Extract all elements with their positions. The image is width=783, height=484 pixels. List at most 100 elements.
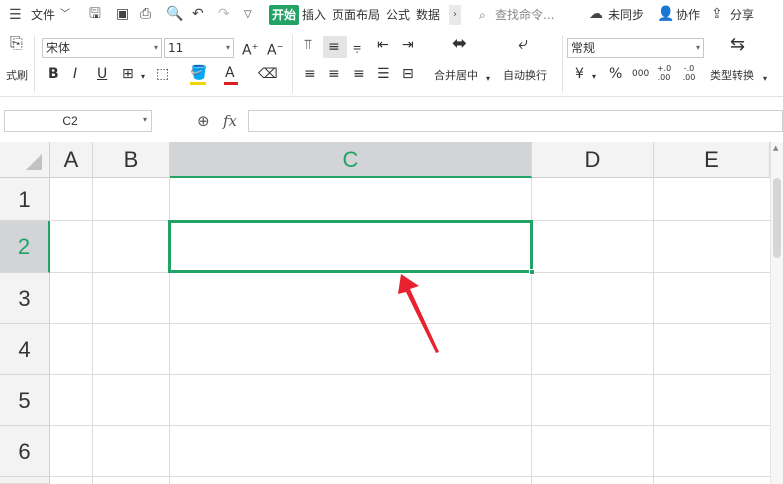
decrease-indent-icon[interactable]: ⇤ [377, 37, 389, 53]
font-color-icon[interactable]: A [225, 65, 235, 81]
fill-color-icon[interactable]: 🪣 [190, 65, 207, 81]
merge-center-icon[interactable]: ⬌ [452, 35, 467, 53]
italic-icon[interactable]: I [73, 66, 77, 82]
column-header-e[interactable]: E [654, 142, 770, 178]
name-box[interactable]: C2 ▾ [4, 110, 152, 132]
align-middle-icon[interactable]: ≡ [328, 39, 340, 55]
row-header-6[interactable]: 6 [0, 426, 50, 477]
decrease-decimal-icon[interactable]: -.0 .00 [681, 64, 697, 82]
more-tabs-chevron-icon[interactable]: › [449, 5, 461, 25]
selected-cell-c2[interactable] [168, 220, 533, 273]
file-menu[interactable]: 文件 [31, 8, 55, 22]
wrap-text-label[interactable]: 自动换行 [503, 69, 547, 83]
border-dropdown-icon[interactable]: ▾ [141, 69, 145, 85]
vertical-scrollbar[interactable]: ▲ [770, 142, 783, 484]
undo-icon[interactable]: ↶ [192, 6, 204, 22]
command-search-input[interactable]: 查找命令... [495, 8, 554, 22]
merge-center-label[interactable]: 合并居中 [434, 69, 478, 83]
align-bottom-icon[interactable]: ⩦ [353, 39, 361, 55]
justify-icon[interactable]: ☰ [377, 66, 390, 82]
column-header-a[interactable]: A [50, 142, 93, 178]
font-size-select[interactable]: 11 ▾ [164, 38, 234, 58]
increase-decimal-icon[interactable]: +.0 .00 [656, 64, 672, 82]
save-icon[interactable]: 🖫 [89, 6, 101, 22]
row-header-1[interactable]: 1 [0, 178, 50, 221]
gridline [92, 178, 93, 484]
column-header-b[interactable]: B [93, 142, 170, 178]
menu-bar: ☰ 文件 ﹀ 🖫 ▣ ⎙ 🔍 ↶ ↷ ▽ 开始 插入 页面布局 公式 数据 › … [0, 0, 783, 31]
tab-insert[interactable]: 插入 [302, 8, 326, 22]
chevron-down-icon[interactable]: ﹀ [60, 7, 70, 23]
align-top-icon[interactable]: ⫪ [304, 37, 312, 53]
decrease-font-icon[interactable]: A− [267, 39, 283, 59]
currency-dropdown-icon[interactable]: ▾ [592, 69, 596, 85]
row-header-4[interactable]: 4 [0, 324, 50, 375]
select-all-corner[interactable] [0, 142, 50, 178]
dropdown-arrow-icon: ▾ [695, 43, 700, 52]
red-annotation-arrow-icon [398, 274, 439, 353]
select-all-triangle-icon [26, 154, 42, 170]
underline-icon[interactable]: U [97, 66, 107, 82]
increase-font-icon[interactable]: A+ [242, 39, 258, 59]
bold-icon[interactable]: B [48, 66, 59, 82]
distributed-icon[interactable]: ⊟ [402, 66, 414, 82]
tab-data[interactable]: 数据 [416, 8, 440, 22]
tab-start[interactable]: 开始 [269, 5, 299, 25]
scrollbar-thumb[interactable] [773, 178, 781, 258]
row-header-5[interactable]: 5 [0, 375, 50, 426]
format-painter-icon[interactable]: ⎘ [10, 35, 23, 51]
tab-formula[interactable]: 公式 [386, 8, 410, 22]
column-header-c[interactable]: C [170, 142, 532, 178]
row-header-3[interactable]: 3 [0, 273, 50, 324]
row-header-2[interactable]: 2 [0, 221, 50, 273]
align-center-icon[interactable]: ≡ [328, 66, 340, 82]
redo-icon[interactable]: ↷ [218, 6, 230, 22]
gridline [50, 476, 770, 477]
search-icon: ⌕ [479, 8, 486, 22]
collab-user-icon: 👤 [657, 6, 675, 22]
column-header-d[interactable]: D [532, 142, 654, 178]
fill-handle[interactable] [529, 269, 535, 275]
share-icon: ⇪ [711, 6, 723, 22]
export-pdf-icon[interactable]: ▣ [116, 6, 129, 22]
row-header-7[interactable] [0, 477, 50, 484]
font-name-select[interactable]: 宋体 ▾ [42, 38, 162, 58]
currency-icon[interactable]: ¥ [575, 66, 584, 82]
customize-chevron-icon[interactable]: ▽ [244, 7, 252, 23]
type-convert-label[interactable]: 类型转换 [710, 69, 754, 83]
thousands-separator-icon[interactable]: 000 [632, 66, 649, 82]
print-icon[interactable]: ⎙ [140, 6, 151, 22]
share-button[interactable]: 分享 [730, 8, 754, 22]
hamburger-menu-icon[interactable]: ☰ [9, 7, 22, 23]
dropdown-arrow-icon: ▾ [153, 43, 158, 52]
ribbon: ⎘ 式刷 宋体 ▾ 11 ▾ A+ A− B I U ⊞ ▾ ⬚ 🪣 A ⌫ ⫪ ≡… [0, 31, 783, 97]
zoom-formula-icon[interactable]: ⊕ [197, 112, 210, 130]
print-preview-icon[interactable]: 🔍 [166, 6, 183, 22]
name-box-dropdown-icon[interactable]: ▾ [143, 115, 147, 124]
align-left-icon[interactable]: ≡ [304, 66, 316, 82]
ribbon-divider [292, 35, 293, 93]
border-icon[interactable]: ⊞ [122, 66, 134, 82]
wrap-text-icon[interactable]: ⤶ [518, 35, 528, 53]
function-icon[interactable]: fx [223, 112, 237, 130]
ribbon-divider [34, 35, 35, 93]
clear-format-icon[interactable]: ⌫ [258, 66, 278, 82]
gridline [653, 178, 654, 484]
format-painter-label[interactable]: 式刷 [6, 69, 28, 83]
type-convert-dropdown-icon[interactable]: ▾ [763, 71, 767, 87]
formula-bar: C2 ▾ ⊕ fx [0, 103, 783, 140]
number-format-select[interactable]: 常规 ▾ [567, 38, 704, 58]
type-convert-icon[interactable]: ⇆ [730, 36, 745, 54]
align-right-icon[interactable]: ≡ [353, 66, 365, 82]
percent-icon[interactable]: % [609, 66, 622, 82]
increase-indent-icon[interactable]: ⇥ [402, 37, 414, 53]
collab-button[interactable]: 协作 [676, 8, 700, 22]
tab-page-layout[interactable]: 页面布局 [332, 8, 380, 22]
merge-dropdown-icon[interactable]: ▾ [486, 71, 490, 87]
dropdown-arrow-icon: ▾ [225, 43, 230, 52]
sync-status[interactable]: 未同步 [608, 8, 644, 22]
name-box-value: C2 [62, 114, 78, 128]
scroll-up-arrow-icon[interactable]: ▲ [773, 144, 778, 152]
formula-input[interactable] [248, 110, 783, 132]
cell-style-icon[interactable]: ⬚ [156, 66, 169, 82]
